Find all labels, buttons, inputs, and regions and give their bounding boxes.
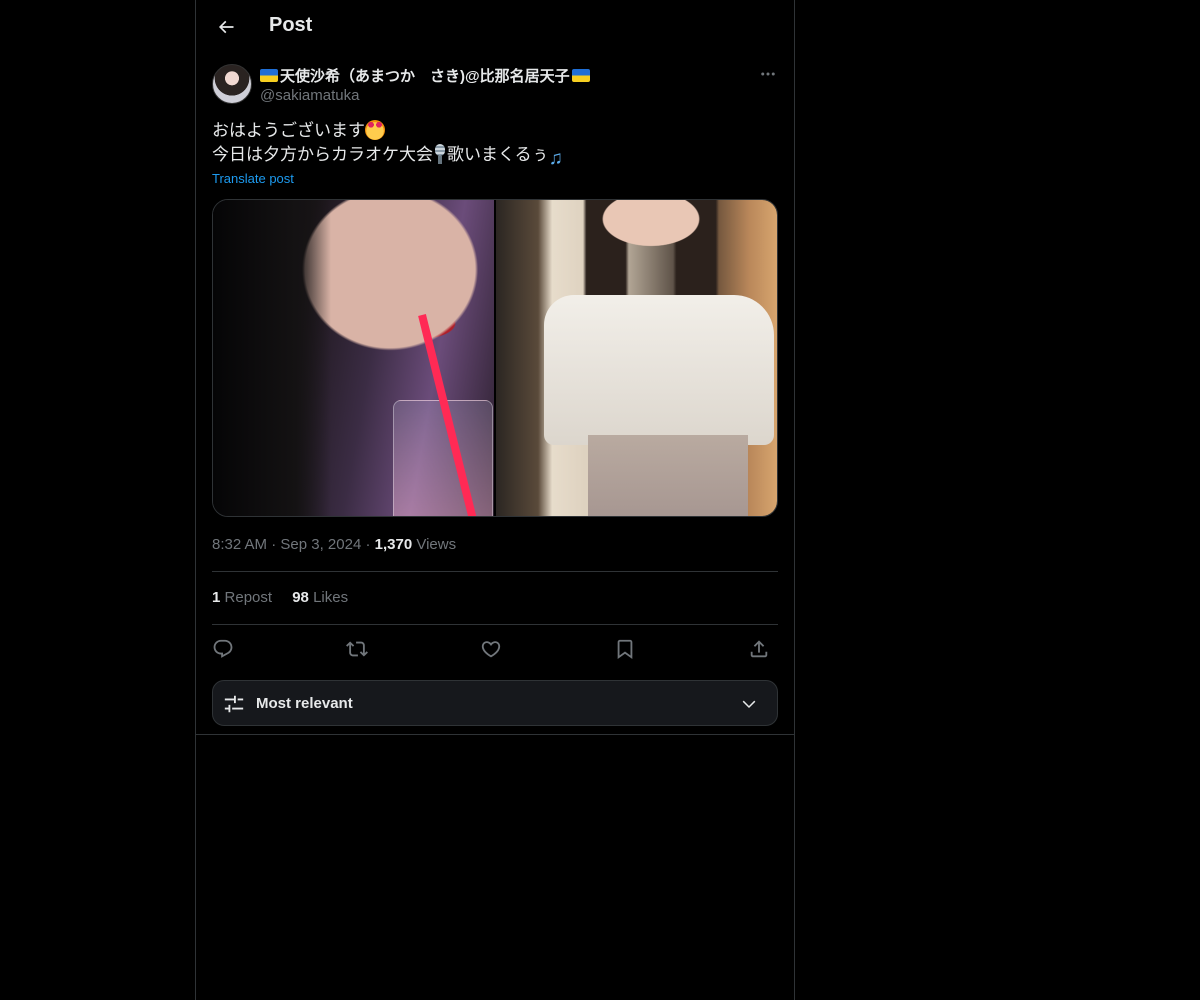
reposts-count: 1 (212, 589, 221, 606)
bookmark-button[interactable] (612, 636, 638, 662)
post-line-2: 今日は夕方からカラオケ大会 歌いまくるぅ♫ (212, 143, 778, 169)
meta-separator: · (271, 536, 277, 553)
post-time[interactable]: 8:32 AM (212, 536, 267, 553)
ukraine-flag-icon (260, 69, 278, 82)
reposts-stat[interactable]: 1 Repost (212, 589, 276, 606)
main-column: Post 天使沙希（あまつか さき)@比那名居天子 @sakiamatuka お… (195, 0, 795, 1000)
like-icon (480, 638, 502, 660)
post-author: 天使沙希（あまつか さき)@比那名居天子 @sakiamatuka (212, 64, 778, 108)
photo-right[interactable] (496, 200, 777, 516)
share-icon (748, 638, 770, 660)
author-handle[interactable]: @sakiamatuka (260, 87, 359, 104)
action-bar (212, 636, 778, 662)
avatar[interactable] (212, 64, 252, 104)
photo-left[interactable] (213, 200, 494, 516)
microphone-icon (433, 144, 447, 164)
bookmark-icon (614, 638, 636, 660)
reposts-label: Repost (224, 589, 273, 606)
post-line-1: おはようございます (212, 119, 778, 143)
arrow-left-icon (216, 17, 236, 37)
author-display-name: 天使沙希（あまつか さき)@比那名居天子 (280, 68, 570, 85)
views-count: 1,370 (374, 536, 413, 553)
back-button[interactable] (208, 9, 244, 45)
translate-post-link[interactable]: Translate post (212, 171, 294, 186)
reply-icon (212, 638, 234, 660)
meta-separator: · (365, 536, 371, 553)
repost-button[interactable] (344, 636, 370, 662)
musical-notes-icon: ♫ (548, 148, 563, 169)
sort-label: Most relevant (256, 695, 353, 712)
ukraine-flag-icon (571, 69, 590, 82)
page-title: Post (269, 14, 313, 36)
post-text: おはようございます 今日は夕方からカラオケ大会 歌いまくるぅ♫ (212, 119, 778, 169)
likes-stat[interactable]: 98 Likes (292, 589, 348, 606)
sliders-icon (223, 693, 245, 715)
post-line-2-text-b: 歌いまくるぅ (447, 145, 549, 164)
sort-replies-dropdown[interactable]: Most relevant (212, 680, 778, 726)
post-meta: 8:32 AM · Sep 3, 2024 · 1,370 Views (212, 536, 456, 553)
reply-button[interactable] (210, 636, 236, 662)
post-date[interactable]: Sep 3, 2024 (280, 536, 361, 553)
like-button[interactable] (478, 636, 504, 662)
more-button[interactable] (758, 64, 778, 84)
views-label: Views (416, 536, 457, 553)
section-divider (196, 734, 794, 735)
divider (212, 624, 778, 625)
smiling-face-with-hearts-icon (365, 120, 385, 140)
likes-label: Likes (313, 589, 349, 606)
post-stats: 1 Repost 98 Likes (212, 589, 364, 606)
media-grid (212, 199, 778, 517)
divider (212, 571, 778, 572)
post-line-2-text-a: 今日は夕方からカラオケ大会 (212, 145, 433, 164)
repost-icon (346, 638, 368, 660)
header-bar: Post (196, 0, 794, 54)
likes-count: 98 (292, 589, 309, 606)
share-button[interactable] (746, 636, 772, 662)
author-name-link[interactable]: 天使沙希（あまつか さき)@比那名居天子 (260, 65, 590, 86)
more-horizontal-icon (759, 65, 777, 83)
post-line-1-text: おはようございます (212, 121, 365, 140)
chevron-down-icon (739, 695, 759, 713)
